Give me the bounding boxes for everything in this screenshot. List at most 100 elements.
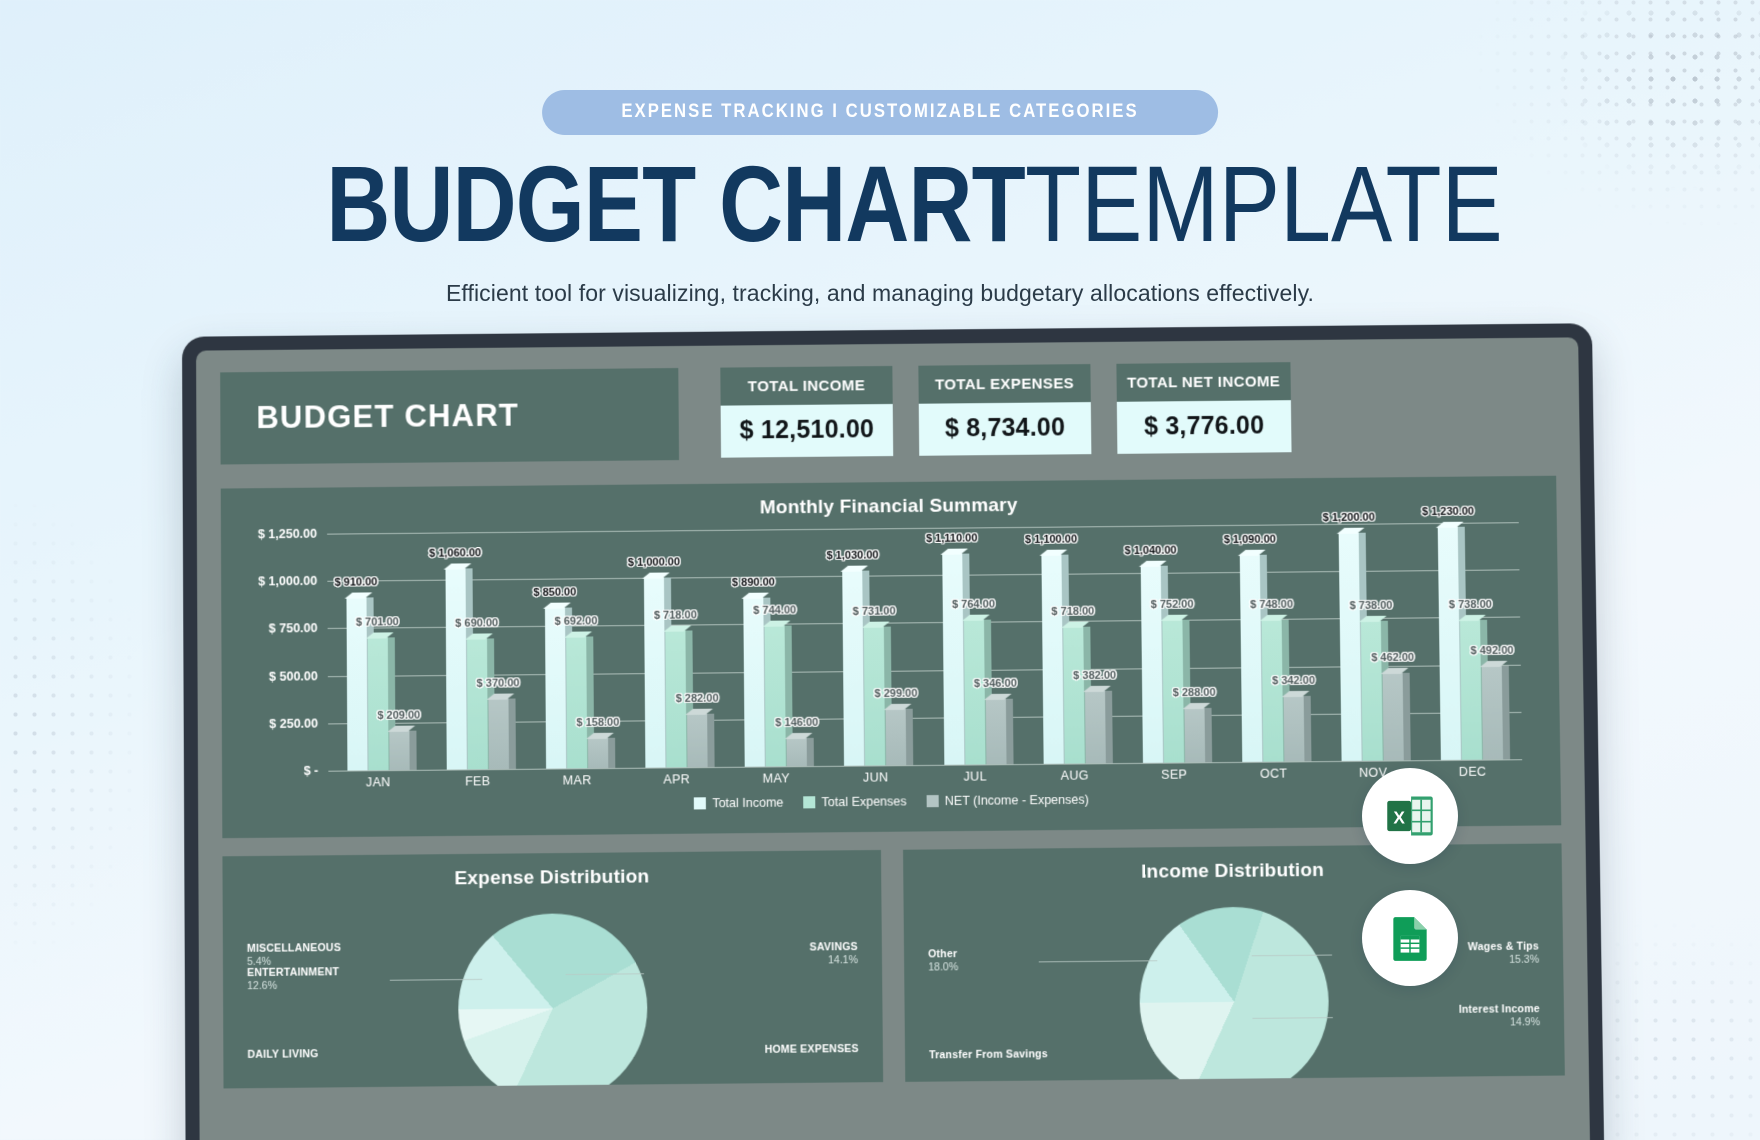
x-tick-label: OCT <box>1259 766 1288 781</box>
y-tick-label: $ 1,250.00 <box>257 526 318 542</box>
bar-total-expenses: $ 738.00 <box>1449 598 1492 760</box>
kpi-total-net-income-value: $ 3,776.00 <box>1116 400 1292 454</box>
bar-net-income-expenses: $ 158.00 <box>576 717 619 769</box>
income-distribution-panel: Income Distribution Other 18.0% Transfer… <box>903 843 1565 1082</box>
bar-group: $ 1,000.00 $ 718.00 $ 282.00 <box>625 530 726 768</box>
legend-item[interactable]: NET (Income - Expenses) <box>926 792 1089 809</box>
bar-total-income: $ 850.00 <box>533 586 576 769</box>
bar-value-label: $ 1,060.00 <box>429 547 482 560</box>
bar-net-income-expenses: $ 370.00 <box>477 678 520 770</box>
svg-text:X: X <box>1393 808 1405 828</box>
bar-total-income: $ 1,100.00 <box>1025 534 1077 764</box>
bar-net-income-expenses: $ 209.00 <box>377 709 420 771</box>
y-tick-label: $ 1,000.00 <box>258 574 318 589</box>
legend-item[interactable]: Total Income <box>694 796 783 811</box>
x-tick-label: FEB <box>464 774 491 789</box>
bar-value-label: $ 282.00 <box>675 692 719 705</box>
kpi-total-income-value: $ 12,510.00 <box>720 403 894 458</box>
bar-total-expenses: $ 764.00 <box>952 598 995 765</box>
bar-value-label: $ 370.00 <box>476 677 520 690</box>
bar-value-label: $ 890.00 <box>731 576 775 589</box>
expense-pie-chart <box>457 912 649 1089</box>
expense-pie-wrap: MISCELLANEOUS 5.4% ENTERTAINMENT 12.6% D… <box>239 896 867 1089</box>
legend-label: Total Income <box>712 795 784 811</box>
bar-total-income: $ 1,030.00 <box>826 549 879 766</box>
pie-label-miscellaneous: MISCELLANEOUS 5.4% <box>246 941 342 969</box>
expense-distribution-panel: Expense Distribution MISCELLANEOUS 5.4% … <box>222 849 884 1089</box>
bar-group: $ 1,230.00 $ 738.00 $ 492.00 <box>1420 505 1523 760</box>
x-tick-label: SEP <box>1161 767 1188 782</box>
bar-value-label: $ 346.00 <box>973 677 1017 690</box>
y-tick-label: $ - <box>303 763 319 778</box>
bar-total-income: $ 1,000.00 <box>628 557 680 768</box>
bar-group: $ 910.00 $ 701.00 $ 209.00 <box>327 533 428 771</box>
bar-value-label: $ 1,110.00 <box>925 532 978 546</box>
bar-value-label: $ 744.00 <box>753 603 797 617</box>
bar-groups: $ 910.00 $ 701.00 $ 209.00 $ 1,060.00 $ 690.… <box>327 505 1523 771</box>
legend-item[interactable]: Total Expenses <box>803 794 907 810</box>
bar-net-income-expenses: $ 288.00 <box>1173 686 1216 763</box>
kpi-total-net-income: TOTAL NET INCOME $ 3,776.00 <box>1116 362 1292 454</box>
bar-group: $ 1,110.00 $ 764.00 $ 346.00 <box>923 527 1025 765</box>
pie-label-savings: SAVINGS 14.1% <box>809 940 858 967</box>
bar-value-label: $ 1,200.00 <box>1322 511 1375 525</box>
pie-label-home-expenses: HOME EXPENSES <box>764 1042 859 1056</box>
excel-badge[interactable]: X <box>1362 768 1458 864</box>
screen: BUDGET CHART TOTAL INCOME $ 12,510.00 TO… <box>196 337 1591 1140</box>
kpi-total-income-label: TOTAL INCOME <box>720 365 893 406</box>
x-tick-label: JUL <box>963 769 987 784</box>
tagline-badge: EXPENSE TRACKING I CUSTOMIZABLE CATEGORI… <box>542 90 1218 135</box>
bar-net-income-expenses: $ 346.00 <box>974 677 1017 765</box>
pie-label-daily-living: DAILY LIVING <box>247 1048 319 1061</box>
bar-net-income-expenses: $ 492.00 <box>1470 645 1514 760</box>
legend-swatch <box>694 797 707 810</box>
y-tick-label: $ 250.00 <box>269 716 319 731</box>
google-sheets-badge[interactable] <box>1362 890 1458 986</box>
bar-group: $ 850.00 $ 692.00 $ 158.00 <box>526 531 627 769</box>
bar-value-label: $ 1,100.00 <box>1024 533 1078 547</box>
page-subtitle: Efficient tool for visualizing, tracking… <box>445 280 1315 306</box>
bar-total-expenses: $ 738.00 <box>1349 599 1392 761</box>
bar-value-label: $ 701.00 <box>355 615 399 629</box>
bar-total-income: $ 1,230.00 <box>1422 505 1474 760</box>
tagline-text: EXPENSE TRACKING I CUSTOMIZABLE CATEGORI… <box>621 101 1139 122</box>
bar-value-label: $ 382.00 <box>1073 669 1117 682</box>
kpi-total-net-income-label: TOTAL NET INCOME <box>1116 362 1291 402</box>
laptop-mockup: BUDGET CHART TOTAL INCOME $ 12,510.00 TO… <box>181 323 1605 1140</box>
bar-value-label: $ 342.00 <box>1272 675 1316 688</box>
bar-value-label: $ 764.00 <box>951 598 995 611</box>
bar-total-income: $ 1,110.00 <box>926 533 978 765</box>
bar-total-income: $ 1,040.00 <box>1124 544 1177 763</box>
bar-value-label: $ 752.00 <box>1150 598 1194 612</box>
bar-group: $ 1,030.00 $ 731.00 $ 299.00 <box>824 528 926 766</box>
bar-group: $ 1,200.00 $ 738.00 $ 462.00 <box>1320 512 1423 761</box>
bar-total-income: $ 890.00 <box>732 576 775 767</box>
bar-total-expenses: $ 718.00 <box>1051 606 1094 764</box>
pie-label-transfer-from-savings: Transfer From Savings <box>929 1048 1048 1062</box>
legend-swatch <box>926 795 939 808</box>
x-tick-label: MAR <box>562 773 592 788</box>
page-title-light: TEMPLATE <box>1024 143 1503 264</box>
bar-net-income-expenses: $ 382.00 <box>1073 669 1116 764</box>
legend-label: Total Expenses <box>821 794 907 810</box>
dashboard-header-row: BUDGET CHART TOTAL INCOME $ 12,510.00 TO… <box>220 360 1556 471</box>
bar-group: $ 1,100.00 $ 718.00 $ 382.00 <box>1022 526 1124 764</box>
bar-value-label: $ 718.00 <box>1051 605 1095 619</box>
bar-net-income-expenses: $ 146.00 <box>775 717 818 767</box>
legend-label: NET (Income - Expenses) <box>944 792 1089 809</box>
y-tick-label: $ 500.00 <box>269 668 318 684</box>
kpi-group: TOTAL INCOME $ 12,510.00 TOTAL EXPENSES … <box>720 362 1292 458</box>
bar-value-label: $ 299.00 <box>874 687 918 700</box>
bar-value-label: $ 1,090.00 <box>1223 533 1276 547</box>
bar-group: $ 1,090.00 $ 748.00 $ 342.00 <box>1221 524 1323 762</box>
bar-value-label: $ 850.00 <box>533 585 577 599</box>
bar-value-label: $ 692.00 <box>554 615 598 629</box>
brand-card: BUDGET CHART <box>220 368 680 465</box>
x-tick-label: AUG <box>1060 768 1089 783</box>
expense-distribution-title: Expense Distribution <box>454 866 650 890</box>
y-tick-label: $ 750.00 <box>268 621 318 636</box>
income-pie-chart <box>1138 906 1330 1082</box>
x-tick-label: MAY <box>762 771 790 786</box>
bar-value-label: $ 690.00 <box>455 617 499 630</box>
income-pie-wrap: Other 18.0% Transfer From Savings Wages … <box>920 890 1549 1082</box>
